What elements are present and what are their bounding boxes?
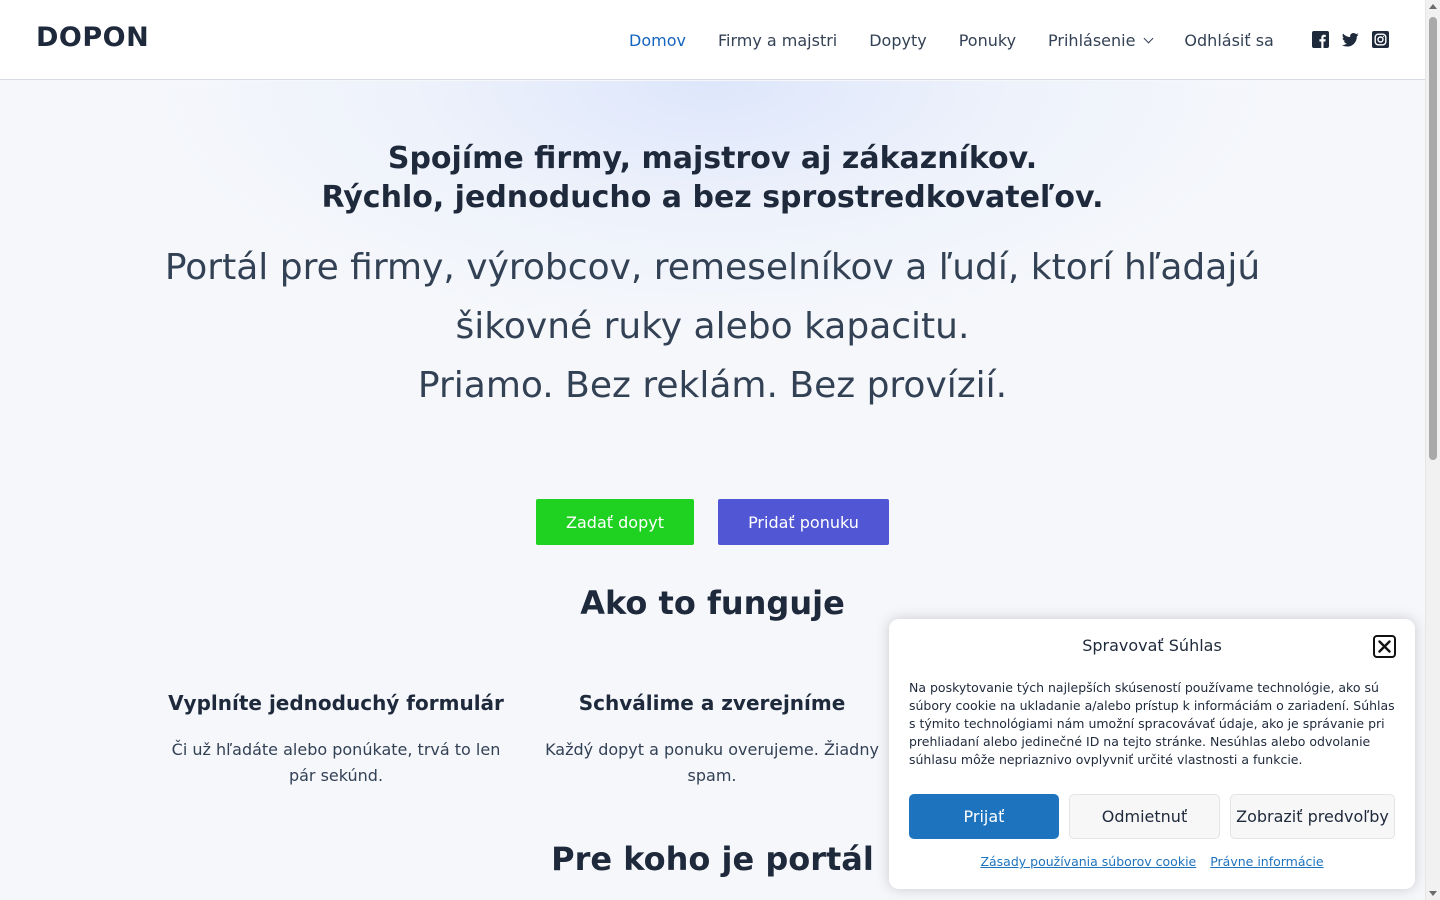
cookie-policy-link[interactable]: Zásady používania súborov cookie xyxy=(980,854,1196,869)
feature-step: Vyplníte jednoduchý formulár Či už hľadá… xyxy=(166,691,506,789)
nav-item-odhlasit-sa[interactable]: Odhlásiť sa xyxy=(1184,31,1273,50)
cookie-dialog-links: Zásady používania súborov cookie Právne … xyxy=(889,854,1415,869)
how-it-works-title: Ako to funguje xyxy=(580,584,845,622)
scroll-up-arrow-icon[interactable] xyxy=(1429,4,1437,9)
hero-lead-line-3: Priamo. Bez reklám. Bez provízií. xyxy=(417,365,1008,406)
nav-item-prihlasenie[interactable]: Prihlásenie xyxy=(1048,30,1154,50)
facebook-icon[interactable] xyxy=(1312,31,1329,48)
hero-lead-line-1: Portál pre firmy, výrobcov, remeselníkov… xyxy=(164,247,1261,288)
feature-step: Schválime a zverejníme Každý dopyt a pon… xyxy=(542,691,882,789)
site-logo[interactable]: DOPON xyxy=(36,22,149,53)
nav-item-domov[interactable]: Domov xyxy=(629,31,686,50)
nav-item-ponuky[interactable]: Ponuky xyxy=(959,31,1016,50)
page-scrollbar[interactable] xyxy=(1425,0,1440,900)
scroll-down-arrow-icon[interactable] xyxy=(1429,891,1437,896)
site-header: DOPON Domov Firmy a majstri Dopyty Ponuk… xyxy=(0,0,1425,80)
main-nav: Domov Firmy a majstri Dopyty Ponuky Prih… xyxy=(629,30,1274,50)
cookie-consent-dialog: Spravovať Súhlas Na poskytovanie tých na… xyxy=(889,619,1415,889)
nav-item-dopyty[interactable]: Dopyty xyxy=(869,31,926,50)
hero-headline-line-2: Rýchlo, jednoducho a bez sprostredkovate… xyxy=(321,180,1104,215)
cookie-preferences-button[interactable]: Zobraziť predvoľby xyxy=(1230,794,1395,839)
zadat-dopyt-button[interactable]: Zadať dopyt xyxy=(536,499,694,545)
cookie-deny-button[interactable]: Odmietnuť xyxy=(1069,794,1220,839)
nav-item-prihlasenie-label: Prihlásenie xyxy=(1048,30,1136,50)
hero-lead-line-2: šikovné ruky alebo kapacitu. xyxy=(455,306,970,347)
feature-step-title: Schválime a zverejníme xyxy=(578,691,846,715)
pridat-ponuku-button[interactable]: Pridať ponuku xyxy=(718,499,889,545)
feature-step-title: Vyplníte jednoduchý formulár xyxy=(168,691,504,715)
cookie-accept-button[interactable]: Prijať xyxy=(909,794,1059,839)
social-links xyxy=(1312,31,1389,48)
feature-step-text: Či už hľadáte alebo ponúkate, trvá to le… xyxy=(171,740,501,785)
scrollbar-thumb[interactable] xyxy=(1429,17,1437,460)
feature-step-text: Každý dopyt a ponuku overujeme. Žiadny s… xyxy=(545,740,879,785)
twitter-icon[interactable] xyxy=(1342,31,1359,48)
hero-headline-line-1: Spojíme firmy, majstrov aj zákazníkov. xyxy=(387,141,1038,176)
instagram-icon[interactable] xyxy=(1372,31,1389,48)
close-icon[interactable] xyxy=(1373,635,1396,658)
legal-info-link[interactable]: Právne informácie xyxy=(1210,854,1323,869)
cookie-dialog-text: Na poskytovanie tých najlepších skúsenos… xyxy=(909,680,1395,767)
cookie-dialog-title: Spravovať Súhlas xyxy=(1082,636,1222,655)
chevron-down-icon xyxy=(1143,33,1154,43)
nav-item-firmy-a-majstri[interactable]: Firmy a majstri xyxy=(718,31,837,50)
